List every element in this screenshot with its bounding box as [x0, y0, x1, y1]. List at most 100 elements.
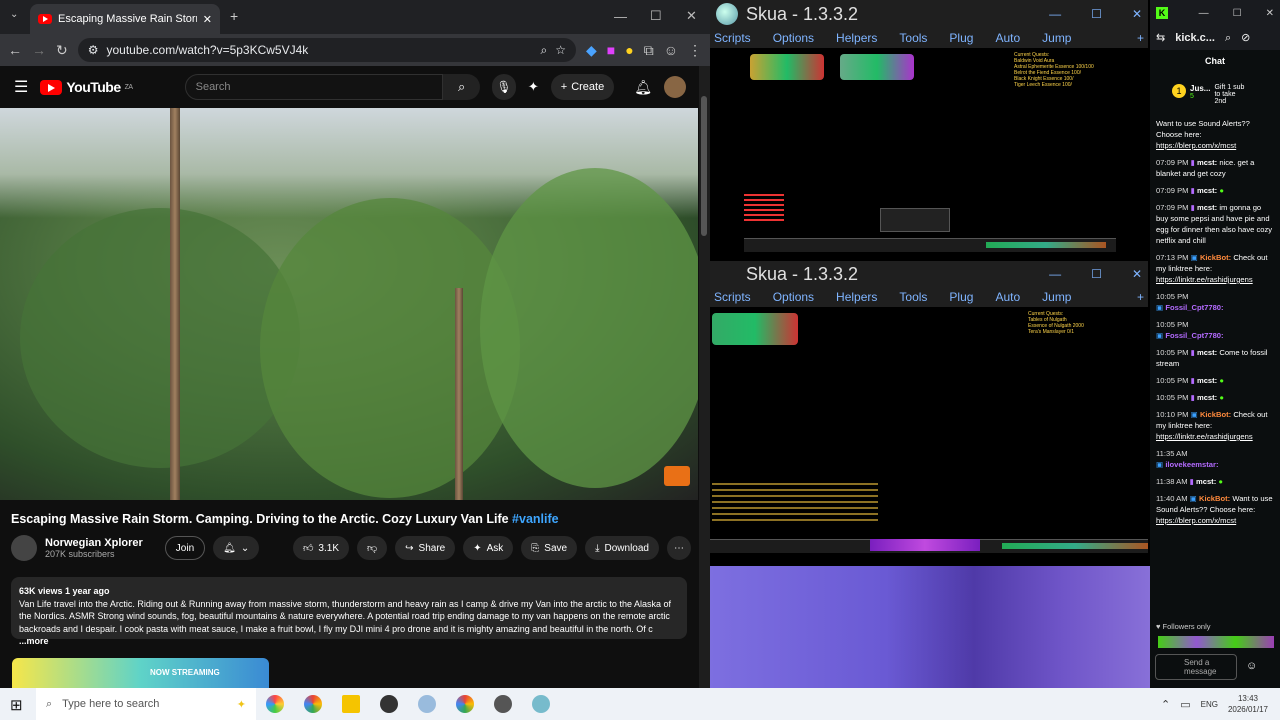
back-icon[interactable]: ← [8, 42, 22, 58]
now-streaming-banner[interactable]: NOW STREAMING [12, 658, 269, 688]
extension-icon[interactable]: ● [625, 42, 633, 58]
bookmark-star-icon[interactable]: ☆ [555, 43, 566, 57]
new-tab-icon[interactable]: + [230, 8, 238, 24]
menu-auto[interactable]: Auto [995, 31, 1020, 45]
youtube-logo[interactable]: YouTube ZA [40, 79, 133, 95]
menu-plug[interactable]: Plug [949, 31, 973, 45]
more-actions-button[interactable]: ⋯ [667, 536, 691, 560]
emote-picker-icon[interactable]: ☺ [1246, 660, 1257, 672]
message-user[interactable]: Fossil_Cpt7780: [1165, 331, 1223, 340]
menu-plug[interactable]: Plug [949, 290, 973, 304]
add-icon[interactable]: + [1137, 290, 1144, 304]
clock[interactable]: 13:43 2026/01/17 [1228, 693, 1268, 715]
taskbar-search[interactable]: ⌕ Type here to search ✦ [36, 688, 256, 720]
like-button[interactable]: 👍︎ 3.1K [292, 536, 349, 560]
voice-search-button[interactable]: 🎙 [492, 74, 516, 100]
message-link[interactable]: https://linktr.ee/rashidjurgens [1156, 432, 1253, 441]
message-user[interactable]: KickBot: [1199, 494, 1230, 503]
subscribed-bell-button[interactable]: 🔔︎ ⌄ [213, 536, 260, 560]
menu-kebab-icon[interactable]: ⋮ [688, 42, 702, 59]
message-link[interactable]: https://blerp.com/x/mcst [1156, 141, 1236, 150]
save-button[interactable]: ⎘ Save [521, 536, 578, 560]
menu-auto[interactable]: Auto [995, 290, 1020, 304]
message-user[interactable]: ilovekeemstar: [1165, 460, 1218, 469]
profile-icon[interactable]: ☺ [664, 42, 678, 58]
minimize-icon[interactable]: — [1049, 267, 1061, 281]
chrome-app-icon[interactable] [456, 695, 474, 713]
account-avatar[interactable] [664, 76, 687, 98]
photos-app-icon[interactable] [266, 695, 284, 713]
menu-options[interactable]: Options [773, 31, 814, 45]
channel-name[interactable]: Norwegian Xplorer [45, 537, 143, 549]
zoom-icon[interactable]: ⌕ [540, 43, 547, 58]
add-icon[interactable]: + [1137, 31, 1144, 45]
menu-options[interactable]: Options [773, 290, 814, 304]
maximize-icon[interactable]: ☐ [650, 8, 662, 24]
notifications-bell-icon[interactable]: 🔔︎ [634, 79, 652, 96]
minimize-icon[interactable]: — [1199, 8, 1209, 19]
gift-sub-prompt[interactable]: Gift 1 sub to take 2nd [1214, 84, 1248, 112]
youtube-search-input[interactable]: Search [184, 74, 444, 100]
message-user[interactable]: mcst: [1196, 477, 1216, 486]
address-bar[interactable]: ⚙ youtube.com/watch?v=5p3KCw5VJ4k ⌕ ☆ [77, 38, 576, 62]
more-link[interactable]: ...more [19, 636, 49, 646]
maximize-icon[interactable]: ☐ [1233, 8, 1242, 19]
settings-gear-icon[interactable] [494, 695, 512, 713]
message-user[interactable]: KickBot: [1200, 253, 1231, 262]
message-link[interactable]: https://linktr.ee/rashidjurgens [1156, 275, 1253, 284]
ask-ai-icon[interactable]: ✦ [528, 79, 539, 95]
message-link[interactable]: https://blerp.com/x/mcst [1156, 516, 1236, 525]
extension-icon[interactable]: ■ [607, 42, 615, 58]
tray-chevron-up-icon[interactable]: ⌃ [1161, 698, 1170, 711]
skill-icons[interactable] [1002, 543, 1148, 549]
minimize-icon[interactable]: — [1049, 7, 1061, 21]
close-icon[interactable]: ✕ [1132, 267, 1142, 281]
share-button[interactable]: ↪ Share [395, 536, 456, 560]
subscribe-watermark-icon[interactable] [664, 466, 690, 486]
chrome-app-icon[interactable] [304, 695, 322, 713]
skill-icons[interactable] [870, 539, 980, 551]
channel-avatar[interactable] [11, 535, 37, 561]
tab-youtube[interactable]: Escaping Massive Rain Storm ✕ [30, 4, 220, 34]
join-button[interactable]: Join [164, 536, 206, 560]
menu-scripts[interactable]: Scripts [714, 31, 751, 45]
dislike-button[interactable]: 👎︎ [357, 536, 388, 560]
message-user[interactable]: mcst: [1197, 158, 1217, 167]
kick-url[interactable]: kick.c... [1175, 32, 1215, 44]
message-user[interactable]: mcst: [1197, 376, 1217, 385]
skua-app-icon[interactable] [532, 695, 550, 713]
forward-icon[interactable]: → [32, 42, 46, 58]
extensions-puzzle-icon[interactable]: ⧉ [644, 42, 654, 59]
menu-scripts[interactable]: Scripts [714, 290, 751, 304]
skill-icons[interactable] [986, 242, 1106, 248]
message-user[interactable]: Fossil_Cpt7780: [1165, 303, 1223, 312]
menu-tools[interactable]: Tools [899, 290, 927, 304]
close-icon[interactable]: ✕ [1266, 8, 1274, 19]
app-icon[interactable] [380, 695, 398, 713]
message-user[interactable]: KickBot: [1200, 410, 1231, 419]
extension-icon[interactable]: ◆ [586, 42, 597, 59]
tab-search-icon[interactable]: ⌄ [10, 9, 18, 20]
message-user[interactable]: mcst: [1197, 186, 1217, 195]
menu-helpers[interactable]: Helpers [836, 31, 877, 45]
close-icon[interactable]: ✕ [1132, 7, 1142, 21]
video-player[interactable] [0, 108, 698, 500]
message-user[interactable]: mcst: [1197, 393, 1217, 402]
hamburger-menu-icon[interactable]: ☰ [14, 77, 28, 97]
menu-tools[interactable]: Tools [899, 31, 927, 45]
download-button[interactable]: ⤓ Download [585, 536, 659, 560]
emote-bar[interactable] [1158, 636, 1274, 648]
scrollbar-thumb[interactable] [701, 96, 707, 236]
hashtag-link[interactable]: #vanlife [512, 512, 559, 526]
network-icon[interactable]: ▭ [1180, 698, 1190, 711]
gift-leaderboard[interactable]: 1 Jus... 5 Gift 1 sub to take 2nd [1172, 84, 1272, 112]
create-button[interactable]: + Create [550, 74, 615, 100]
sidebar-toggle-icon[interactable]: ⇆ [1156, 32, 1165, 44]
search-button[interactable]: ⌕ [443, 74, 480, 100]
message-user[interactable]: mcst: [1197, 203, 1217, 212]
search-icon[interactable]: ⌕ [1225, 32, 1231, 44]
game-viewport[interactable]: Current Quests: Tables of Nulgath Essenc… [710, 307, 1148, 566]
message-user[interactable]: mcst: [1197, 348, 1217, 357]
menu-helpers[interactable]: Helpers [836, 290, 877, 304]
maximize-icon[interactable]: ☐ [1091, 267, 1102, 281]
